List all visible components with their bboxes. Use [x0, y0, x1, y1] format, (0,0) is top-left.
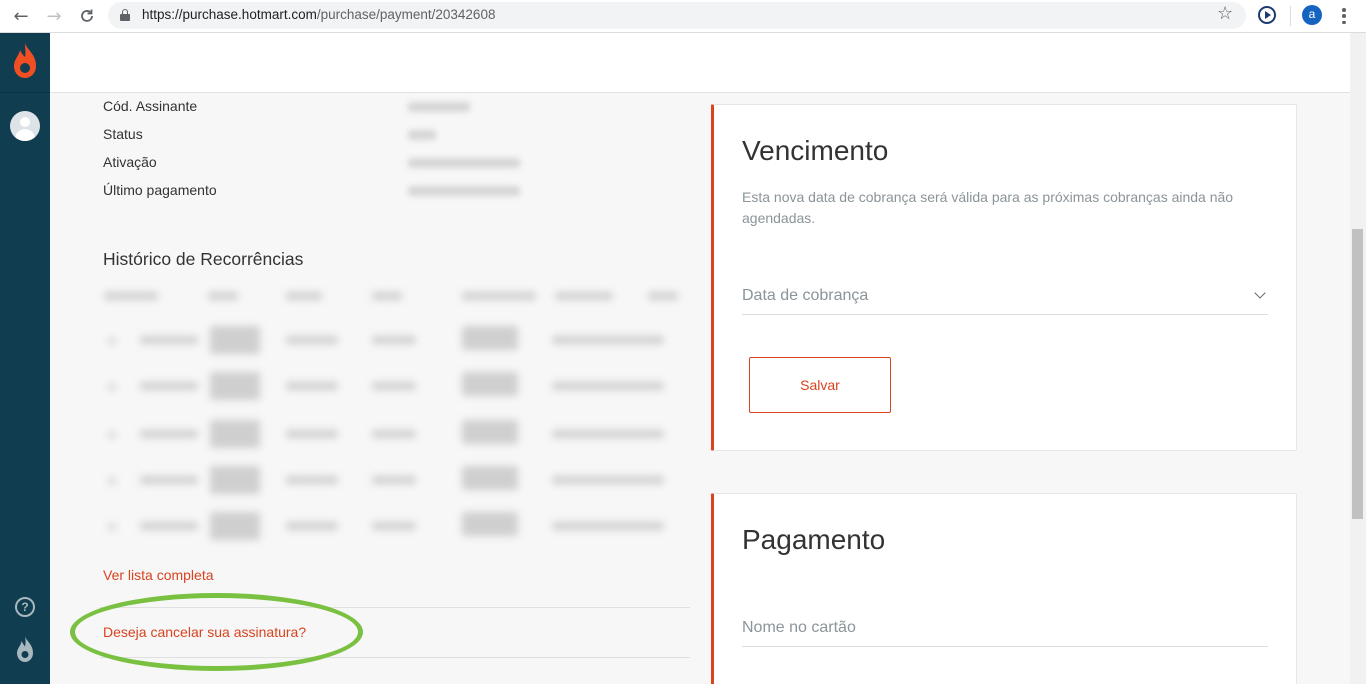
see-full-list-link[interactable]: Ver lista completa [103, 567, 214, 583]
page-header [50, 33, 1350, 93]
info-label-status: Status [103, 126, 143, 142]
card-name-input[interactable]: Nome no cartão [742, 611, 1268, 647]
address-bar[interactable]: https://purchase.hotmart.com/purchase/pa… [108, 2, 1246, 29]
scrollbar-thumb[interactable] [1352, 229, 1363, 519]
due-date-card: Vencimento Esta nova data de cobrança se… [711, 104, 1297, 451]
history-title: Histórico de Recorrências [103, 249, 304, 269]
app-sidebar: ? [0, 33, 50, 684]
blurred-value [408, 102, 470, 112]
due-date-description: Esta nova data de cobrança será válida p… [742, 189, 1234, 226]
forward-arrow-icon[interactable]: → [42, 4, 66, 28]
billing-date-label: Data de cobrança [742, 287, 869, 304]
flame-icon[interactable] [14, 635, 36, 663]
play-extension-icon[interactable] [1258, 6, 1276, 24]
browser-toolbar: ← → https://purchase.hotmart.com/purchas… [0, 0, 1366, 33]
lock-icon [120, 9, 130, 21]
reload-icon[interactable] [75, 4, 99, 28]
billing-date-select[interactable]: Data de cobrança [742, 279, 1268, 315]
url-text: https://purchase.hotmart.com/purchase/pa… [142, 7, 496, 22]
toolbar-divider [1290, 6, 1291, 26]
question-circle-icon[interactable]: ? [15, 597, 35, 617]
hotmart-flame-icon[interactable] [9, 42, 41, 80]
payment-title: Pagamento [742, 524, 886, 555]
card-name-label: Nome no cartão [742, 619, 856, 636]
bookmark-star-icon[interactable]: ☆ [1217, 3, 1233, 24]
due-date-title: Vencimento [742, 135, 889, 166]
info-label-last-payment: Último pagamento [103, 182, 217, 198]
highlight-oval [70, 593, 363, 671]
sidebar-divider [0, 92, 50, 93]
blurred-value [408, 186, 520, 196]
user-avatar[interactable] [10, 111, 40, 141]
blurred-history-table [100, 280, 690, 560]
info-label-subscriber-code: Cód. Assinante [103, 98, 198, 114]
back-arrow-icon[interactable]: ← [9, 4, 33, 28]
blurred-value [408, 158, 520, 168]
info-label-activation: Ativação [103, 154, 157, 170]
blurred-value [408, 130, 436, 140]
chevron-down-icon [1254, 287, 1266, 299]
profile-avatar[interactable]: a [1302, 5, 1322, 25]
save-button[interactable]: Salvar [749, 357, 891, 413]
browser-menu-icon[interactable] [1336, 6, 1352, 26]
payment-card: Pagamento Nome no cartão [711, 493, 1297, 684]
